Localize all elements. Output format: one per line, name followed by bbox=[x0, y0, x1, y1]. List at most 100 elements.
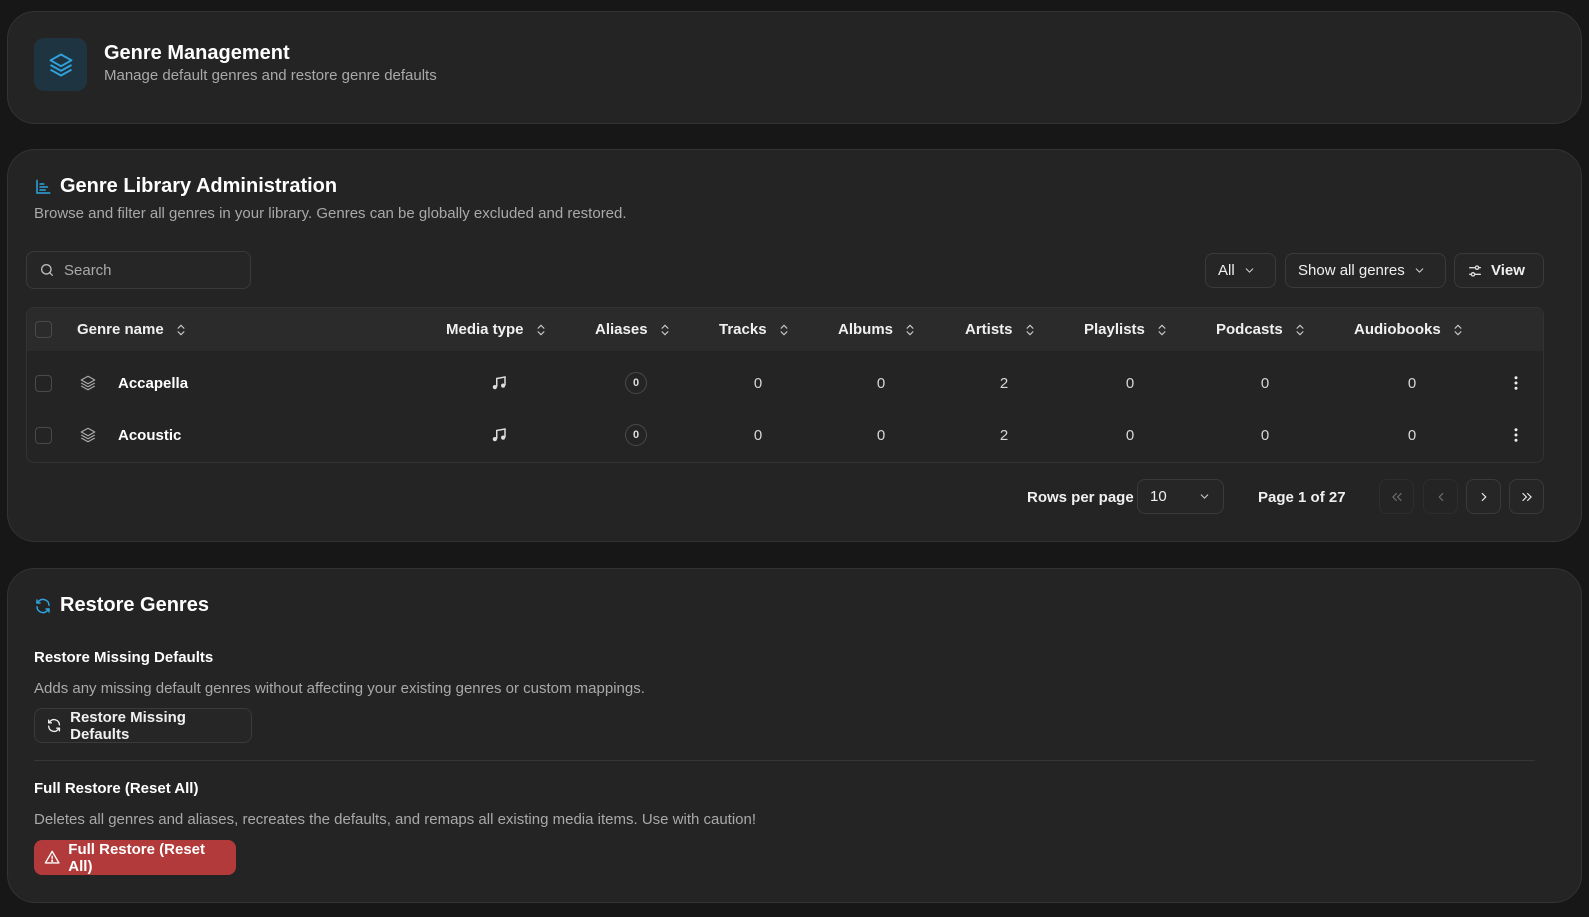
row-checkbox[interactable] bbox=[35, 374, 52, 392]
last-page-button[interactable] bbox=[1509, 479, 1544, 514]
restore-genres-card: Restore Genres Restore Missing Defaults … bbox=[7, 568, 1582, 903]
tracks-count: 0 bbox=[753, 374, 763, 392]
restore-title: Restore Genres bbox=[60, 594, 209, 616]
column-label: Albums bbox=[838, 321, 894, 338]
column-header-playlists[interactable]: Playlists bbox=[1084, 308, 1169, 351]
more-vertical-icon bbox=[1514, 428, 1518, 442]
column-label: Aliases bbox=[595, 321, 648, 338]
full-restore-button-label: Full Restore (Reset All) bbox=[68, 840, 205, 875]
row-checkbox[interactable] bbox=[35, 426, 52, 444]
music-note-icon bbox=[490, 409, 508, 461]
column-label: Audiobooks bbox=[1354, 321, 1441, 338]
column-label: Tracks bbox=[719, 321, 767, 338]
chevrons-right-icon bbox=[1521, 492, 1532, 501]
view-options-button[interactable]: View bbox=[1454, 253, 1544, 288]
media-filter-label: All bbox=[1218, 262, 1235, 279]
rows-per-page-select[interactable]: 10 bbox=[1137, 479, 1224, 514]
chevron-down-icon bbox=[1200, 494, 1209, 499]
audiobooks-count: 0 bbox=[1407, 426, 1417, 444]
column-header-tracks[interactable]: Tracks bbox=[719, 308, 791, 351]
column-header-genre-name[interactable]: Genre name bbox=[77, 308, 188, 351]
sliders-icon bbox=[1469, 264, 1481, 277]
library-description: Browse and filter all genres in your lib… bbox=[34, 205, 627, 222]
genre-library-card: Genre Library Administration Browse and … bbox=[7, 149, 1582, 542]
table-header: Genre name Media type Aliases Tracks Alb… bbox=[27, 308, 1543, 351]
table-row[interactable]: Acoustic 0 0 0 2 0 0 0 bbox=[27, 409, 1543, 461]
table-row[interactable]: Accapella 0 0 0 2 0 0 0 bbox=[27, 357, 1543, 409]
rows-per-page-label: Rows per page bbox=[1027, 489, 1134, 506]
chevron-down-icon bbox=[1245, 268, 1253, 273]
more-vertical-icon bbox=[1514, 376, 1518, 390]
genre-icon bbox=[79, 409, 97, 461]
refresh-icon bbox=[36, 598, 50, 614]
restore-missing-defaults-button[interactable]: Restore Missing Defaults bbox=[34, 708, 252, 743]
genre-layers-icon bbox=[34, 38, 87, 91]
column-label: Media type bbox=[446, 321, 524, 338]
chevrons-left-icon bbox=[1391, 492, 1402, 501]
albums-count: 0 bbox=[876, 426, 886, 444]
column-label: Podcasts bbox=[1216, 321, 1283, 338]
row-select-cell bbox=[35, 357, 52, 409]
page-title: Genre Management bbox=[104, 42, 290, 64]
genre-filter-label: Show all genres bbox=[1298, 262, 1405, 279]
first-page-button[interactable] bbox=[1379, 479, 1414, 514]
chart-icon bbox=[36, 179, 51, 194]
sort-icon bbox=[1158, 324, 1166, 335]
sort-icon bbox=[906, 324, 914, 335]
audiobooks-count: 0 bbox=[1407, 374, 1417, 392]
aliases-cell: 0 bbox=[625, 409, 647, 461]
genre-name[interactable]: Acoustic bbox=[118, 409, 181, 461]
genre-filter-dropdown[interactable]: Show all genres bbox=[1285, 253, 1446, 288]
genre-name[interactable]: Accapella bbox=[118, 357, 188, 409]
column-header-audiobooks[interactable]: Audiobooks bbox=[1354, 308, 1465, 351]
aliases-badge: 0 bbox=[625, 424, 647, 446]
genre-table: Genre name Media type Aliases Tracks Alb… bbox=[26, 307, 1544, 463]
restore-missing-title: Restore Missing Defaults bbox=[34, 649, 214, 666]
sort-icon bbox=[177, 324, 185, 335]
column-header-podcasts[interactable]: Podcasts bbox=[1216, 308, 1307, 351]
chevron-right-icon bbox=[1481, 492, 1487, 501]
row-menu-button[interactable] bbox=[1507, 357, 1525, 409]
music-note-icon bbox=[490, 357, 508, 409]
column-label: Artists bbox=[965, 321, 1013, 338]
playlists-count: 0 bbox=[1125, 426, 1135, 444]
chevron-left-icon bbox=[1437, 492, 1443, 501]
tracks-count: 0 bbox=[753, 426, 763, 444]
search-box[interactable] bbox=[26, 251, 251, 289]
full-restore-description: Deletes all genres and aliases, recreate… bbox=[34, 811, 757, 828]
podcasts-count: 0 bbox=[1260, 426, 1270, 444]
next-page-button[interactable] bbox=[1466, 479, 1501, 514]
row-select-cell bbox=[35, 409, 52, 461]
warning-icon bbox=[44, 850, 60, 864]
sort-icon bbox=[1454, 324, 1462, 335]
search-input[interactable] bbox=[64, 261, 234, 279]
sort-icon bbox=[1296, 324, 1304, 335]
column-label: Genre name bbox=[77, 321, 164, 338]
media-filter-dropdown[interactable]: All bbox=[1205, 253, 1276, 288]
aliases-cell: 0 bbox=[625, 357, 647, 409]
restore-missing-description: Adds any missing default genres without … bbox=[34, 680, 645, 697]
artists-count: 2 bbox=[999, 426, 1009, 444]
row-menu-button[interactable] bbox=[1507, 409, 1525, 461]
sort-icon bbox=[780, 324, 788, 335]
column-header-artists[interactable]: Artists bbox=[965, 308, 1037, 351]
column-header-media-type[interactable]: Media type bbox=[446, 308, 548, 351]
view-label: View bbox=[1491, 262, 1525, 279]
full-restore-button[interactable]: Full Restore (Reset All) bbox=[34, 840, 236, 875]
aliases-badge: 0 bbox=[625, 372, 647, 394]
chevron-down-icon bbox=[1415, 268, 1424, 273]
playlists-count: 0 bbox=[1125, 374, 1135, 392]
albums-count: 0 bbox=[876, 374, 886, 392]
refresh-icon bbox=[48, 719, 61, 732]
column-header-albums[interactable]: Albums bbox=[838, 308, 917, 351]
column-header-aliases[interactable]: Aliases bbox=[595, 308, 672, 351]
genre-icon bbox=[79, 357, 97, 409]
restore-missing-button-label: Restore Missing Defaults bbox=[70, 708, 186, 743]
podcasts-count: 0 bbox=[1260, 374, 1270, 392]
divider bbox=[34, 760, 1535, 761]
previous-page-button[interactable] bbox=[1423, 479, 1458, 514]
rows-per-page-value: 10 bbox=[1150, 488, 1167, 505]
sort-icon bbox=[537, 324, 545, 335]
page-info: Page 1 of 27 bbox=[1258, 489, 1346, 506]
select-all-checkbox[interactable] bbox=[35, 321, 52, 338]
